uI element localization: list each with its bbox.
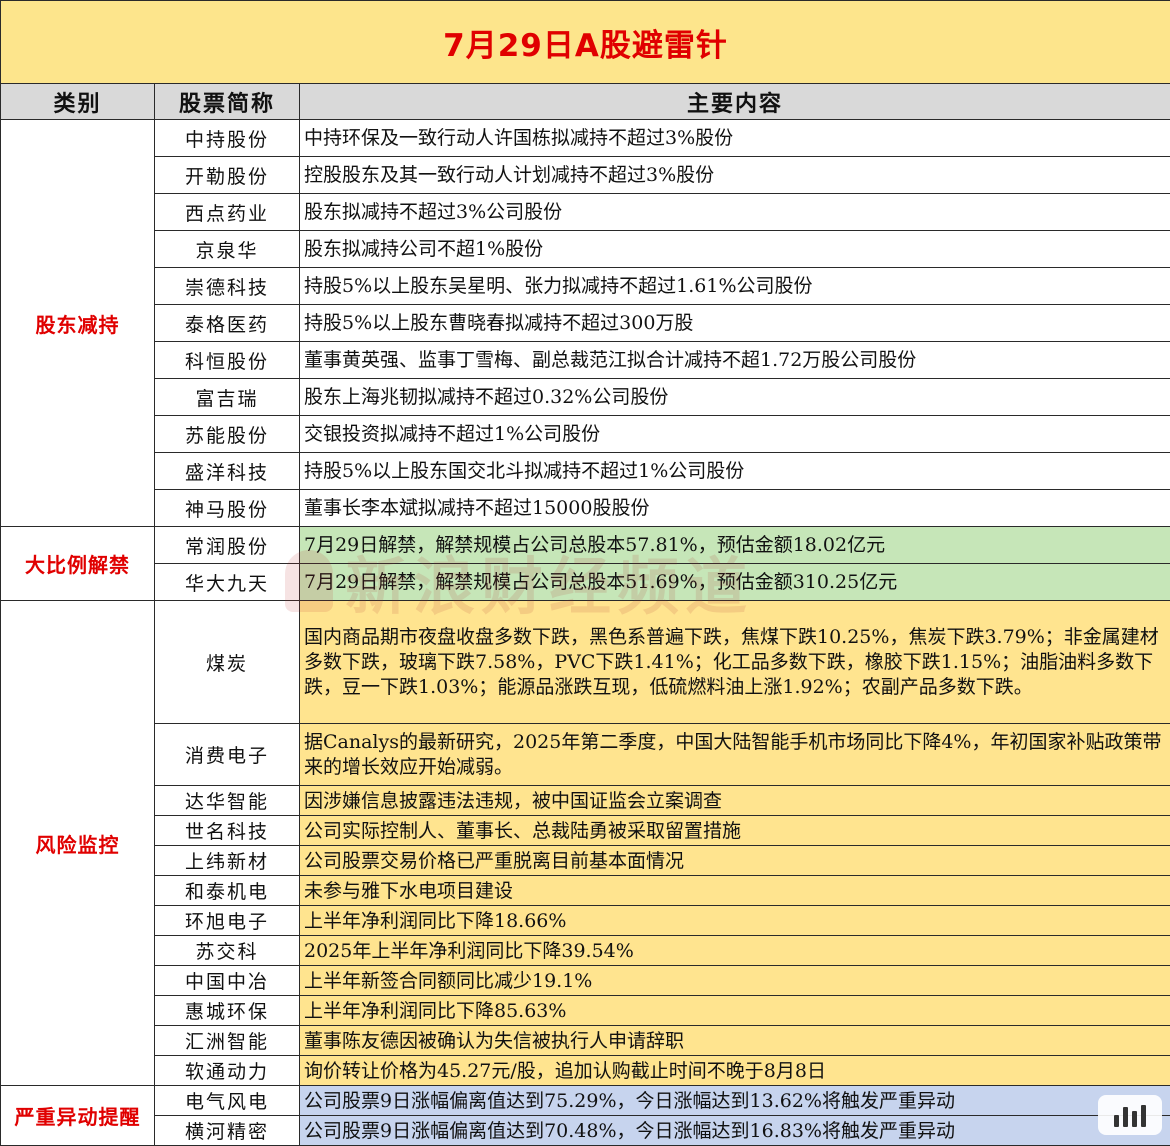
table-row: 软通动力询价转让价格为45.27元/股，追加认购截止时间不晚于8月8日: [1, 1056, 1170, 1086]
content-text: 上半年净利润同比下降18.66%: [300, 906, 1170, 936]
stock-name: 汇洲智能: [155, 1026, 300, 1056]
content-text: 董事黄英强、监事丁雪梅、副总裁范江拟合计减持不超1.72万股公司股份: [300, 342, 1170, 379]
header-category: 类别: [1, 84, 155, 120]
content-text: 上半年净利润同比下降85.63%: [300, 996, 1170, 1026]
content-text: 7月29日解禁，解禁规模占公司总股本57.81%，预估金额18.02亿元: [300, 527, 1170, 564]
stock-name: 科恒股份: [155, 342, 300, 379]
stock-name: 神马股份: [155, 490, 300, 527]
stock-name: 软通动力: [155, 1056, 300, 1086]
table-row: 达华智能因涉嫌信息披露违法违规，被中国证监会立案调查: [1, 786, 1170, 816]
stock-name: 电气风电: [155, 1086, 300, 1116]
header-row: 类别 股票简称 主要内容: [1, 84, 1170, 120]
stock-name: 西点药业: [155, 194, 300, 231]
content-text: 股东拟减持不超过3%公司股份: [300, 194, 1170, 231]
table-row: 股东减持中持股份中持环保及一致行动人许国栋拟减持不超过3%股份: [1, 120, 1170, 157]
table-row: 泰格医药持股5%以上股东曹晓春拟减持不超过300万股: [1, 305, 1170, 342]
stock-name: 煤炭: [155, 601, 300, 724]
content-text: 上半年新签合同额同比减少19.1%: [300, 966, 1170, 996]
stock-name: 横河精密: [155, 1116, 300, 1146]
content-text: 持股5%以上股东国交北斗拟减持不超过1%公司股份: [300, 453, 1170, 490]
content-text: 公司实际控制人、董事长、总裁陆勇被采取留置措施: [300, 816, 1170, 846]
category-risk: 风险监控: [1, 601, 155, 1086]
header-content: 主要内容: [300, 84, 1170, 120]
avoid-mines-table: 7月29日A股避雷针 类别 股票简称 主要内容 股东减持中持股份中持环保及一致行…: [0, 0, 1170, 1146]
stock-name: 世名科技: [155, 816, 300, 846]
table-row: 京泉华股东拟减持公司不超1%股份: [1, 231, 1170, 268]
table-row: 开勒股份控股股东及其一致行动人计划减持不超过3%股份: [1, 157, 1170, 194]
table-row: 西点药业股东拟减持不超过3%公司股份: [1, 194, 1170, 231]
table-row: 惠城环保上半年净利润同比下降85.63%: [1, 996, 1170, 1026]
table-row: 盛洋科技持股5%以上股东国交北斗拟减持不超过1%公司股份: [1, 453, 1170, 490]
table-row: 严重异动提醒电气风电公司股票9日涨幅偏离值达到75.29%，今日涨幅达到13.6…: [1, 1086, 1170, 1116]
stock-name: 富吉瑞: [155, 379, 300, 416]
stock-name: 常润股份: [155, 527, 300, 564]
header-stock: 股票简称: [155, 84, 300, 120]
stock-name: 京泉华: [155, 231, 300, 268]
table-row: 苏能股份交银投资拟减持不超过1%公司股份: [1, 416, 1170, 453]
stock-name: 中持股份: [155, 120, 300, 157]
content-text: 交银投资拟减持不超过1%公司股份: [300, 416, 1170, 453]
content-text: 2025年上半年净利润同比下降39.54%: [300, 936, 1170, 966]
stock-name: 苏能股份: [155, 416, 300, 453]
table-row: 和泰机电未参与雅下水电项目建设: [1, 876, 1170, 906]
content-text: 公司股票9日涨幅偏离值达到75.29%，今日涨幅达到13.62%将触发严重异动: [300, 1086, 1170, 1116]
stock-name: 环旭电子: [155, 906, 300, 936]
content-text: 控股股东及其一致行动人计划减持不超过3%股份: [300, 157, 1170, 194]
content-text: 公司股票9日涨幅偏离值达到70.48%，今日涨幅达到16.83%将触发严重异动: [300, 1116, 1170, 1146]
stock-name: 盛洋科技: [155, 453, 300, 490]
table-row: 神马股份董事长李本斌拟减持不超过15000股股份: [1, 490, 1170, 527]
table-row: 汇洲智能董事陈友德因被确认为失信被执行人申请辞职: [1, 1026, 1170, 1056]
table-row: 风险监控煤炭国内商品期市夜盘收盘多数下跌，黑色系普遍下跌，焦煤下跌10.25%，…: [1, 601, 1170, 724]
table-row: 崇德科技持股5%以上股东吴星明、张力拟减持不超过1.61%公司股份: [1, 268, 1170, 305]
table-row: 大比例解禁常润股份7月29日解禁，解禁规模占公司总股本57.81%，预估金额18…: [1, 527, 1170, 564]
stock-name: 消费电子: [155, 724, 300, 786]
table-row: 中国中冶上半年新签合同额同比减少19.1%: [1, 966, 1170, 996]
table-row: 消费电子据Canalys的最新研究，2025年第二季度，中国大陆智能手机市场同比…: [1, 724, 1170, 786]
content-text: 7月29日解禁，解禁规模占公司总股本51.69%，预估金额310.25亿元: [300, 564, 1170, 601]
content-text: 持股5%以上股东曹晓春拟减持不超过300万股: [300, 305, 1170, 342]
content-text: 股东拟减持公司不超1%股份: [300, 231, 1170, 268]
stock-name: 苏交科: [155, 936, 300, 966]
stock-name: 泰格医药: [155, 305, 300, 342]
content-text: 持股5%以上股东吴星明、张力拟减持不超过1.61%公司股份: [300, 268, 1170, 305]
table-row: 科恒股份董事黄英强、监事丁雪梅、副总裁范江拟合计减持不超1.72万股公司股份: [1, 342, 1170, 379]
table-row: 上纬新材公司股票交易价格已严重脱离目前基本面情况: [1, 846, 1170, 876]
stock-name: 华大九天: [155, 564, 300, 601]
content-text: 国内商品期市夜盘收盘多数下跌，黑色系普遍下跌，焦煤下跌10.25%，焦炭下跌3.…: [300, 601, 1170, 724]
stock-name: 开勒股份: [155, 157, 300, 194]
table-row: 华大九天7月29日解禁，解禁规模占公司总股本51.69%，预估金额310.25亿…: [1, 564, 1170, 601]
category-abnormal: 严重异动提醒: [1, 1086, 155, 1146]
category-reduction: 股东减持: [1, 120, 155, 527]
stock-name: 惠城环保: [155, 996, 300, 1026]
table-row: 环旭电子上半年净利润同比下降18.66%: [1, 906, 1170, 936]
content-text: 据Canalys的最新研究，2025年第二季度，中国大陆智能手机市场同比下降4%…: [300, 724, 1170, 786]
bars-icon: [1098, 1095, 1162, 1135]
table-row: 横河精密公司股票9日涨幅偏离值达到70.48%，今日涨幅达到16.83%将触发严…: [1, 1116, 1170, 1146]
content-text: 董事长李本斌拟减持不超过15000股股份: [300, 490, 1170, 527]
stock-name: 和泰机电: [155, 876, 300, 906]
title-row: 7月29日A股避雷针: [1, 1, 1170, 84]
content-text: 询价转让价格为45.27元/股，追加认购截止时间不晚于8月8日: [300, 1056, 1170, 1086]
content-text: 未参与雅下水电项目建设: [300, 876, 1170, 906]
stock-name: 上纬新材: [155, 846, 300, 876]
content-text: 因涉嫌信息披露违法违规，被中国证监会立案调查: [300, 786, 1170, 816]
category-unlock: 大比例解禁: [1, 527, 155, 601]
content-text: 股东上海兆韧拟减持不超过0.32%公司股份: [300, 379, 1170, 416]
content-text: 董事陈友德因被确认为失信被执行人申请辞职: [300, 1026, 1170, 1056]
table-row: 苏交科2025年上半年净利润同比下降39.54%: [1, 936, 1170, 966]
table-row: 世名科技公司实际控制人、董事长、总裁陆勇被采取留置措施: [1, 816, 1170, 846]
page-title: 7月29日A股避雷针: [1, 1, 1170, 84]
stock-name: 崇德科技: [155, 268, 300, 305]
stock-name: 中国中冶: [155, 966, 300, 996]
content-text: 公司股票交易价格已严重脱离目前基本面情况: [300, 846, 1170, 876]
stock-name: 达华智能: [155, 786, 300, 816]
content-text: 中持环保及一致行动人许国栋拟减持不超过3%股份: [300, 120, 1170, 157]
table-row: 富吉瑞股东上海兆韧拟减持不超过0.32%公司股份: [1, 379, 1170, 416]
